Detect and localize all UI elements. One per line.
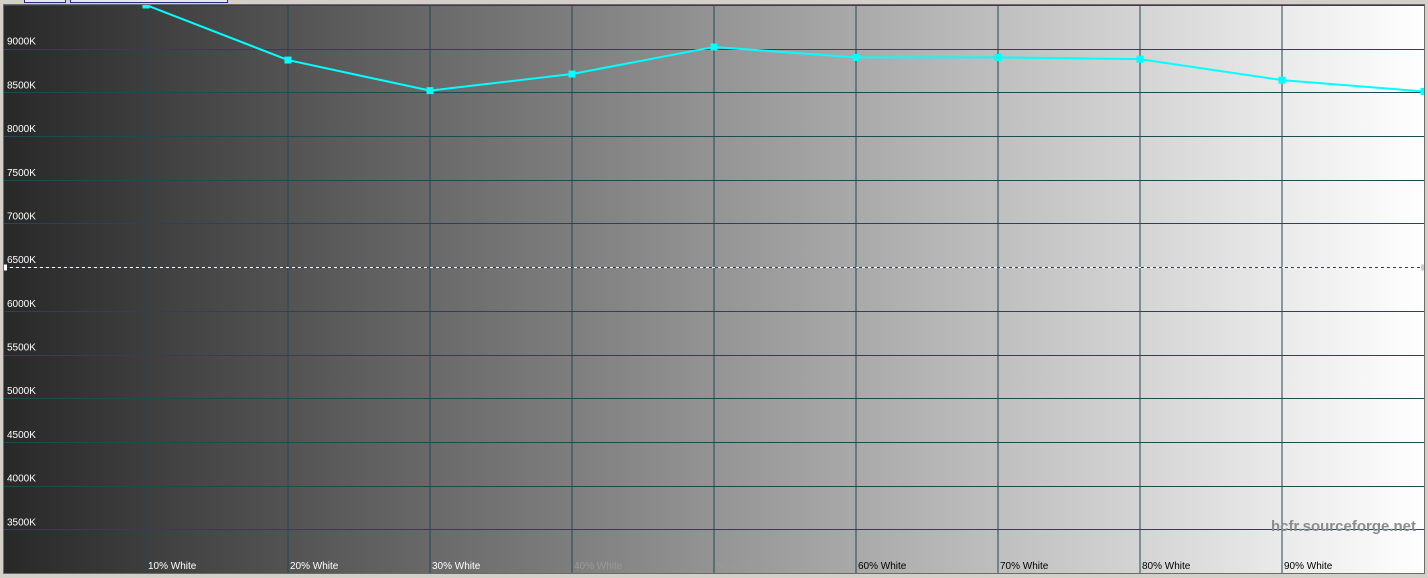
data-point bbox=[1420, 88, 1424, 96]
x-tick-label: 40% White bbox=[574, 561, 623, 572]
y-tick-label: 8000K bbox=[7, 124, 36, 135]
data-point bbox=[994, 53, 1002, 61]
chart-frame: 3500K 4000K 4500K 5000K 5500K 6000K 6500K 7000K… bbox=[3, 4, 1425, 574]
y-tick-label: 4500K bbox=[7, 430, 36, 441]
data-point bbox=[426, 87, 434, 95]
x-tick-label: 70% White bbox=[1000, 561, 1049, 572]
background-band bbox=[430, 5, 573, 573]
background-band bbox=[856, 5, 999, 573]
y-tick-label: 7500K bbox=[7, 168, 36, 179]
x-tick-label: 20% White bbox=[290, 561, 339, 572]
data-point bbox=[1136, 55, 1144, 63]
background-band bbox=[288, 5, 431, 573]
y-tick-label: 5500K bbox=[7, 343, 36, 354]
y-tick-label: 4000K bbox=[7, 474, 36, 485]
y-tick-label: 3500K bbox=[7, 517, 36, 528]
x-tick-label: 60% White bbox=[858, 561, 907, 572]
background-band bbox=[998, 5, 1141, 573]
data-point bbox=[568, 70, 576, 78]
data-point bbox=[852, 53, 860, 61]
y-tick-label: 6500K bbox=[7, 255, 36, 266]
y-tick-label: 7000K bbox=[7, 211, 36, 222]
x-tick-label: 80% White bbox=[1142, 561, 1191, 572]
watermark-text: hcfr.sourceforge.net bbox=[1271, 518, 1416, 535]
x-tick-label: 90% White bbox=[1284, 561, 1333, 572]
y-tick-label: 8500K bbox=[7, 80, 36, 91]
data-point bbox=[1278, 76, 1286, 84]
x-axis-labels: 10% White 20% White 30% White 40% White 50% … bbox=[148, 561, 1333, 572]
background-band bbox=[146, 5, 289, 573]
data-point bbox=[710, 43, 718, 51]
data-point bbox=[142, 5, 150, 9]
background-band bbox=[1140, 5, 1283, 573]
reference-marker bbox=[1421, 264, 1424, 271]
x-tick-label: 50% White bbox=[716, 561, 765, 572]
y-tick-label: 5000K bbox=[7, 386, 36, 397]
x-tick-label: 10% White bbox=[148, 561, 197, 572]
x-tick-label: 30% White bbox=[432, 561, 481, 572]
background-band bbox=[714, 5, 857, 573]
y-tick-label: 6000K bbox=[7, 299, 36, 310]
color-temperature-chart: 3500K 4000K 4500K 5000K 5500K 6000K 6500K 7000K… bbox=[4, 5, 1424, 573]
view-tab[interactable] bbox=[70, 0, 228, 3]
background-band bbox=[572, 5, 715, 573]
y-tick-label: 9000K bbox=[7, 37, 36, 48]
view-tab[interactable] bbox=[24, 0, 66, 3]
data-point bbox=[284, 56, 292, 64]
